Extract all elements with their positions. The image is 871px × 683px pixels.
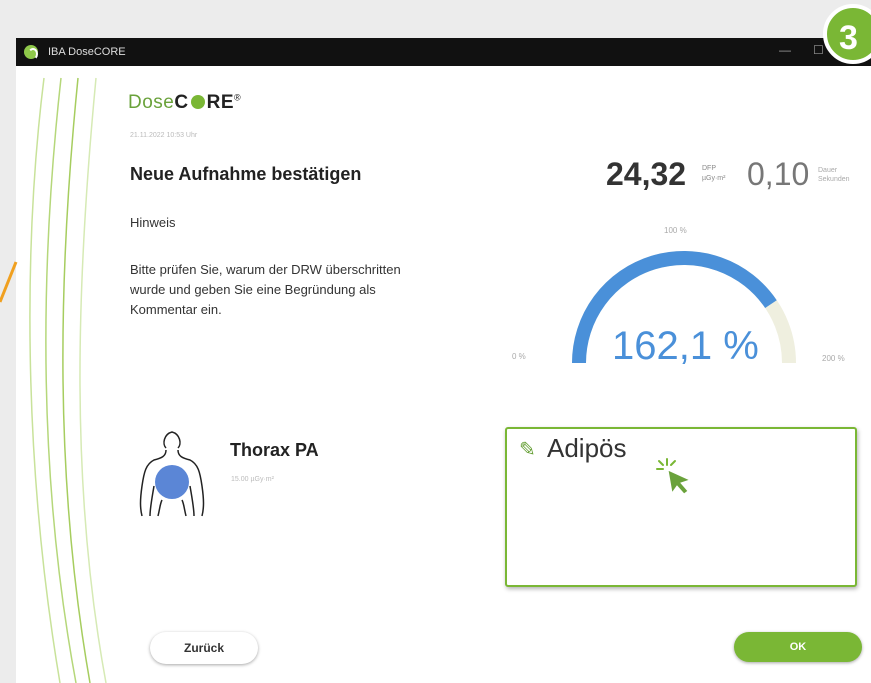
comment-text: Adipös xyxy=(547,433,627,463)
hint-text: Bitte prüfen Sie, warum der DRW überschr… xyxy=(130,260,500,320)
duration-unit-top: Dauer xyxy=(818,167,838,174)
dose-value: 24,32 xyxy=(606,156,687,192)
minimize-button[interactable]: — xyxy=(779,43,791,57)
gauge-label-left: 0 % xyxy=(512,352,526,361)
logo-suffix: RE xyxy=(206,92,234,113)
exam-title: Thorax PA xyxy=(230,440,319,460)
thorax-body-icon xyxy=(139,431,205,517)
logo-dot-icon xyxy=(190,95,205,109)
timestamp: 21.11.2022 10:53 Uhr xyxy=(130,132,198,139)
duration-unit: Dauer Sekunden xyxy=(818,166,850,184)
title-bar: IBA DoseCORE — ☐ xyxy=(16,38,871,66)
duration-value: 0,10 xyxy=(747,156,810,192)
dose-unit-bottom: µGy·m² xyxy=(702,175,726,182)
pencil-icon: ✎ xyxy=(519,439,536,461)
gauge-label-top: 100 % xyxy=(664,226,687,235)
click-cursor-icon xyxy=(656,458,692,495)
hint-title: Hinweis xyxy=(130,215,176,230)
dose-unit: DFP µGy·m² xyxy=(702,164,725,184)
logo-c: C xyxy=(174,92,189,113)
duration-unit-bottom: Sekunden xyxy=(818,176,850,183)
ok-button[interactable]: OK xyxy=(734,632,862,662)
hint-line: Bitte prüfen Sie, warum der DRW überschr… xyxy=(130,262,401,277)
comment-field[interactable]: ✎ Adipös xyxy=(505,427,857,587)
dose-unit-top: DFP xyxy=(702,165,716,172)
logo-mark: ® xyxy=(234,92,242,103)
dosecore-logo: DoseC RE® xyxy=(128,92,241,114)
maximize-button[interactable]: ☐ xyxy=(813,43,824,57)
gauge-percent: 162,1 % xyxy=(612,324,759,368)
app-window: IBA DoseCORE — ☐ DoseC RE® 21.11.2022 10:… xyxy=(16,38,871,683)
page-title: Neue Aufnahme bestätigen xyxy=(130,164,362,184)
hint-line: Kommentar ein. xyxy=(130,302,222,317)
gauge-label-right: 200 % xyxy=(822,354,845,363)
exam-reference-dose: 15.00 µGy·m² xyxy=(231,476,274,483)
decorative-swoosh xyxy=(29,77,107,683)
hint-line: wurde und geben Sie eine Begründung als xyxy=(130,282,376,297)
back-button[interactable]: Zurück xyxy=(150,632,258,664)
